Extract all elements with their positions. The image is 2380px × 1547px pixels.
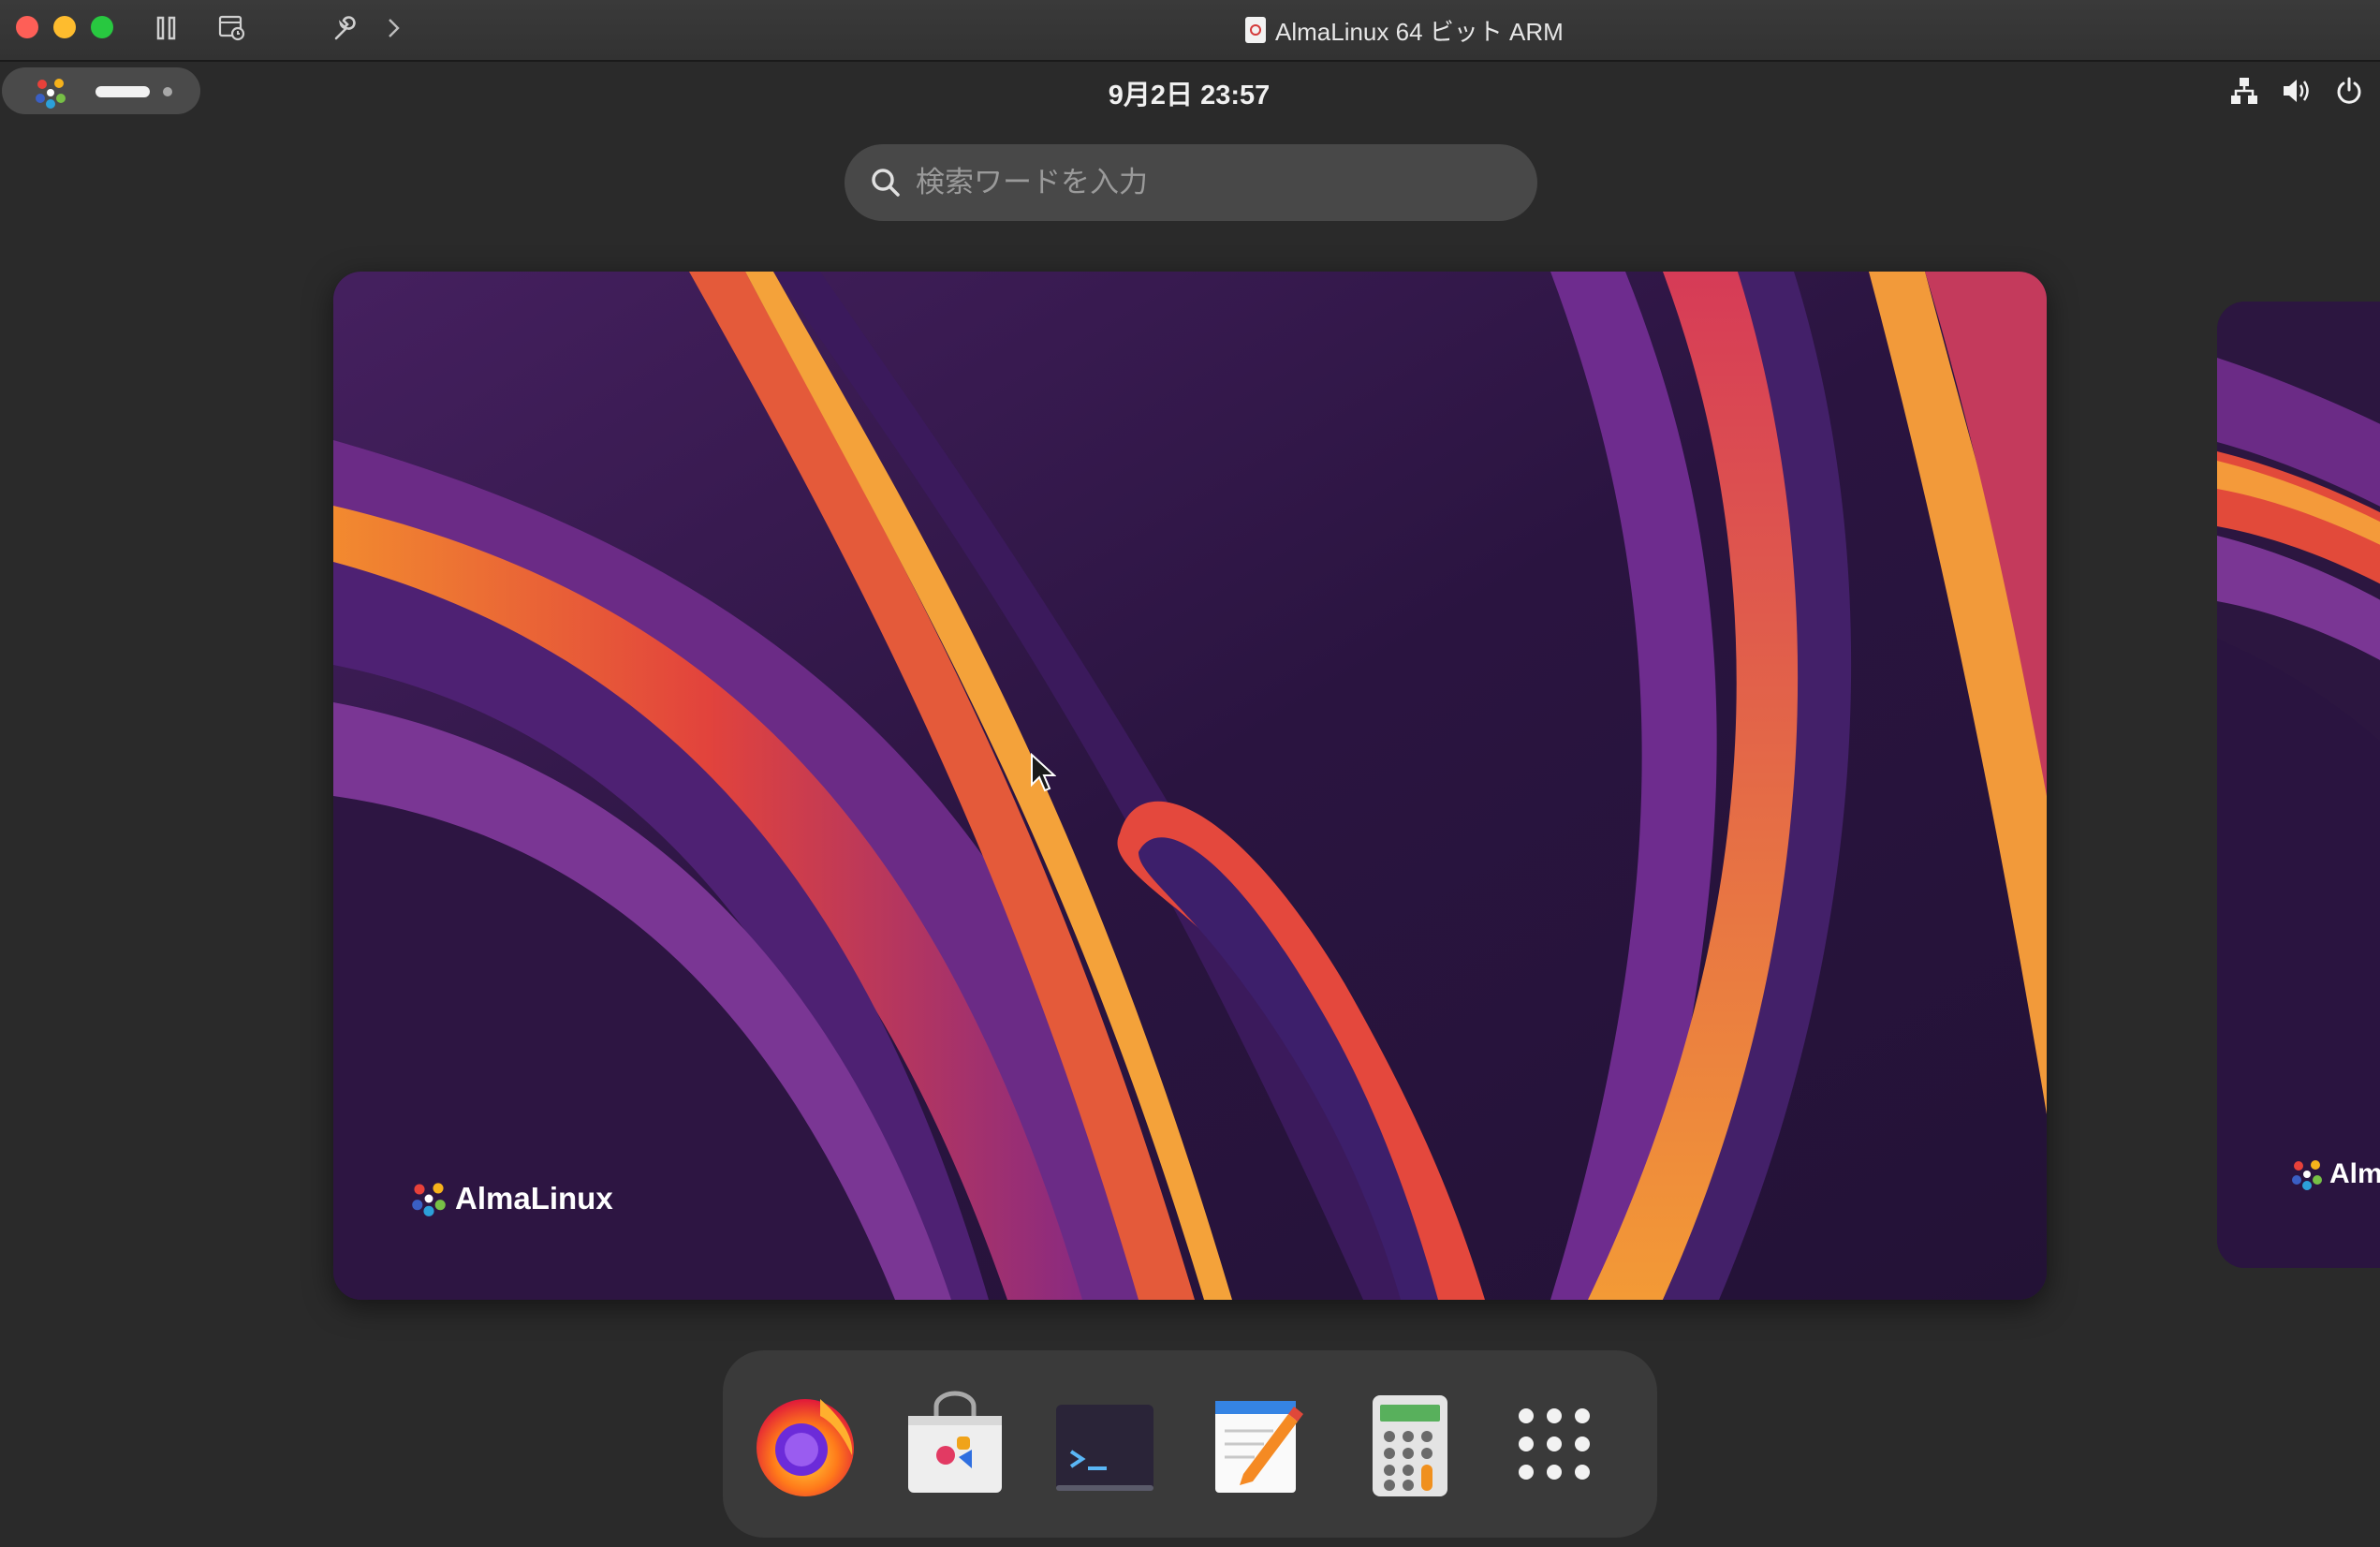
window-title: AlmaLinux 64 ビット ARM — [1245, 13, 1564, 47]
almalinux-logo-icon — [36, 79, 66, 109]
dash — [723, 1350, 1657, 1538]
almalinux-logo-icon — [2292, 1160, 2322, 1190]
clock[interactable]: 9月2日 23:57 — [1030, 73, 1348, 112]
workspace-indicator-dot — [163, 87, 172, 96]
settings-wrench-icon[interactable] — [328, 11, 361, 45]
snapshot-icon[interactable] — [215, 11, 249, 45]
vm-window-titlebar: AlmaLinux 64 ビット ARM — [0, 0, 2380, 62]
zoom-window-button[interactable] — [91, 16, 113, 38]
pause-icon[interactable] — [150, 11, 184, 45]
calculator-icon[interactable] — [1346, 1386, 1462, 1502]
minimize-window-button[interactable] — [53, 16, 76, 38]
network-icon[interactable] — [2228, 75, 2260, 107]
next-wallpaper-brand-text: Alm — [2329, 1158, 2380, 1189]
active-workspace-indicator — [95, 86, 150, 97]
wallpaper-brand: AlmaLinux — [410, 1180, 613, 1217]
system-status-area[interactable] — [2228, 75, 2365, 107]
workspace-thumbnail[interactable]: AlmaLinux — [333, 272, 2047, 1300]
software-store-icon[interactable] — [897, 1386, 1013, 1502]
search-icon — [867, 164, 904, 201]
volume-icon[interactable] — [2281, 75, 2313, 107]
forward-chevron-icon[interactable] — [376, 11, 410, 45]
vm-document-icon — [1245, 17, 1266, 43]
search-bar[interactable] — [845, 144, 1537, 221]
wallpaper-brand-text: AlmaLinux — [455, 1181, 613, 1216]
next-wallpaper-brand: Alm — [2290, 1157, 2380, 1191]
terminal-icon[interactable] — [1047, 1386, 1163, 1502]
window-title-text: AlmaLinux 64 ビット ARM — [1275, 17, 1564, 46]
gnome-top-bar: 9月2日 23:57 — [0, 62, 2380, 120]
power-icon[interactable] — [2333, 75, 2365, 107]
search-input[interactable] — [914, 165, 1537, 200]
close-window-button[interactable] — [16, 16, 38, 38]
next-workspace-thumbnail[interactable]: Alm — [2217, 302, 2380, 1268]
show-applications-icon[interactable] — [1496, 1386, 1612, 1502]
almalinux-logo-icon — [412, 1183, 446, 1216]
mouse-cursor-icon — [1030, 752, 1057, 799]
activities-button[interactable] — [2, 67, 200, 114]
firefox-icon[interactable] — [747, 1386, 863, 1502]
next-wallpaper-image — [2217, 302, 2380, 1268]
text-editor-icon[interactable] — [1197, 1386, 1313, 1502]
wallpaper-image — [333, 272, 2047, 1300]
